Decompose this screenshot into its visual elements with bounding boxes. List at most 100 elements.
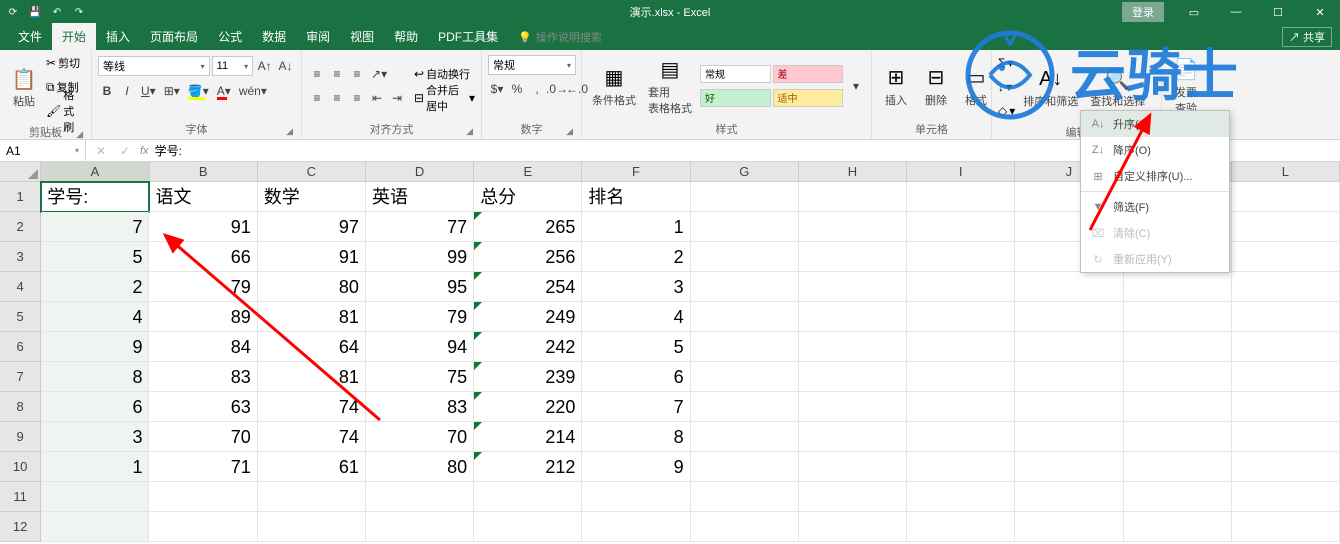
cell[interactable]: [366, 482, 474, 512]
row-header[interactable]: 5: [0, 302, 41, 332]
cell[interactable]: 83: [149, 362, 257, 392]
align-top-icon[interactable]: ≡: [308, 64, 326, 84]
cell[interactable]: [799, 272, 907, 302]
cell[interactable]: [1232, 482, 1340, 512]
delete-cells-button[interactable]: ⊟删除: [918, 52, 954, 119]
cell[interactable]: 4: [41, 302, 149, 332]
styles-more-icon[interactable]: ▾: [847, 76, 865, 96]
cell[interactable]: [582, 482, 690, 512]
dialog-launcher-icon[interactable]: ◢: [566, 126, 573, 137]
cell[interactable]: 6: [582, 362, 690, 392]
cell[interactable]: 79: [366, 302, 474, 332]
cell[interactable]: [691, 272, 799, 302]
cell[interactable]: [907, 302, 1015, 332]
cell[interactable]: [1232, 302, 1340, 332]
cell[interactable]: [1124, 512, 1232, 542]
italic-button[interactable]: I: [118, 81, 136, 101]
col-header[interactable]: I: [907, 162, 1015, 182]
accounting-icon[interactable]: $▾: [488, 79, 506, 99]
number-format-select[interactable]: 常规▾: [488, 55, 576, 75]
cell[interactable]: 94: [366, 332, 474, 362]
invoice-check-button[interactable]: 📄发票 查验: [1168, 52, 1204, 119]
cell[interactable]: [799, 422, 907, 452]
orientation-icon[interactable]: ↗▾: [368, 64, 390, 84]
style-normal[interactable]: 常规: [700, 65, 771, 83]
cell[interactable]: [799, 392, 907, 422]
cell[interactable]: 71: [149, 452, 257, 482]
row-header[interactable]: 7: [0, 362, 41, 392]
cell[interactable]: [799, 332, 907, 362]
ribbon-options-icon[interactable]: ▭: [1174, 0, 1214, 24]
align-middle-icon[interactable]: ≡: [328, 64, 346, 84]
cell[interactable]: [1232, 512, 1340, 542]
cell[interactable]: 总分: [474, 182, 582, 212]
cell[interactable]: 63: [149, 392, 257, 422]
cell[interactable]: [582, 512, 690, 542]
dialog-launcher-icon[interactable]: ◢: [466, 126, 473, 137]
custom-sort-item[interactable]: ⊞自定义排序(U)...: [1081, 163, 1229, 189]
cell[interactable]: 97: [258, 212, 366, 242]
row-header[interactable]: 8: [0, 392, 41, 422]
style-bad[interactable]: 差: [773, 65, 844, 83]
formula-input[interactable]: 学号:: [155, 142, 182, 159]
cell[interactable]: [907, 452, 1015, 482]
cell[interactable]: [799, 302, 907, 332]
autosave-icon[interactable]: ⟳: [6, 5, 20, 19]
cell[interactable]: [691, 422, 799, 452]
cell[interactable]: 5: [41, 242, 149, 272]
cell[interactable]: 70: [149, 422, 257, 452]
cell[interactable]: [1232, 212, 1340, 242]
font-color-button[interactable]: A▾: [214, 81, 234, 101]
cell[interactable]: 256: [474, 242, 582, 272]
cell[interactable]: [1015, 482, 1123, 512]
minimize-icon[interactable]: —: [1216, 0, 1256, 24]
cell[interactable]: 70: [366, 422, 474, 452]
indent-left-icon[interactable]: ⇤: [368, 88, 386, 108]
cell[interactable]: 排名: [582, 182, 690, 212]
cell[interactable]: 89: [149, 302, 257, 332]
cell[interactable]: [907, 362, 1015, 392]
row-header[interactable]: 1: [0, 182, 41, 212]
cell[interactable]: 79: [149, 272, 257, 302]
cell[interactable]: [1124, 482, 1232, 512]
bold-button[interactable]: B: [98, 81, 116, 101]
col-header[interactable]: F: [582, 162, 690, 182]
cell[interactable]: [907, 482, 1015, 512]
cell[interactable]: [907, 332, 1015, 362]
cell[interactable]: [799, 182, 907, 212]
cut-button[interactable]: ✂剪切: [46, 52, 85, 74]
cell[interactable]: 2: [41, 272, 149, 302]
cell[interactable]: [41, 512, 149, 542]
sort-descending-item[interactable]: Z↓降序(O): [1081, 137, 1229, 163]
cell[interactable]: 9: [582, 452, 690, 482]
row-header[interactable]: 12: [0, 512, 41, 542]
cell[interactable]: 66: [149, 242, 257, 272]
cell[interactable]: 学号:: [41, 182, 149, 212]
cell[interactable]: [474, 482, 582, 512]
format-as-table-button[interactable]: ▤套用 表格格式: [644, 52, 696, 119]
cell[interactable]: [1015, 422, 1123, 452]
share-button[interactable]: ↗ 共享: [1282, 27, 1332, 47]
fx-icon[interactable]: fx: [140, 145, 149, 157]
enter-formula-icon[interactable]: ✓: [116, 141, 134, 161]
cell[interactable]: [691, 512, 799, 542]
align-left-icon[interactable]: ≡: [308, 88, 326, 108]
cell[interactable]: 254: [474, 272, 582, 302]
tell-me-search[interactable]: 💡 操作说明搜索: [508, 24, 612, 50]
comma-icon[interactable]: ,: [528, 79, 546, 99]
cell[interactable]: [1015, 512, 1123, 542]
cell[interactable]: 91: [258, 242, 366, 272]
style-good[interactable]: 好: [700, 89, 771, 107]
format-cells-button[interactable]: ▭格式: [958, 52, 994, 119]
cell[interactable]: [691, 212, 799, 242]
cell[interactable]: [907, 182, 1015, 212]
cell[interactable]: 239: [474, 362, 582, 392]
tab-home[interactable]: 开始: [52, 23, 96, 50]
cell[interactable]: 75: [366, 362, 474, 392]
cell[interactable]: 80: [258, 272, 366, 302]
cell[interactable]: [1232, 332, 1340, 362]
sort-filter-button[interactable]: A↓排序和筛选: [1019, 52, 1082, 122]
cell[interactable]: 74: [258, 422, 366, 452]
cell[interactable]: [1124, 272, 1232, 302]
cell[interactable]: [474, 512, 582, 542]
